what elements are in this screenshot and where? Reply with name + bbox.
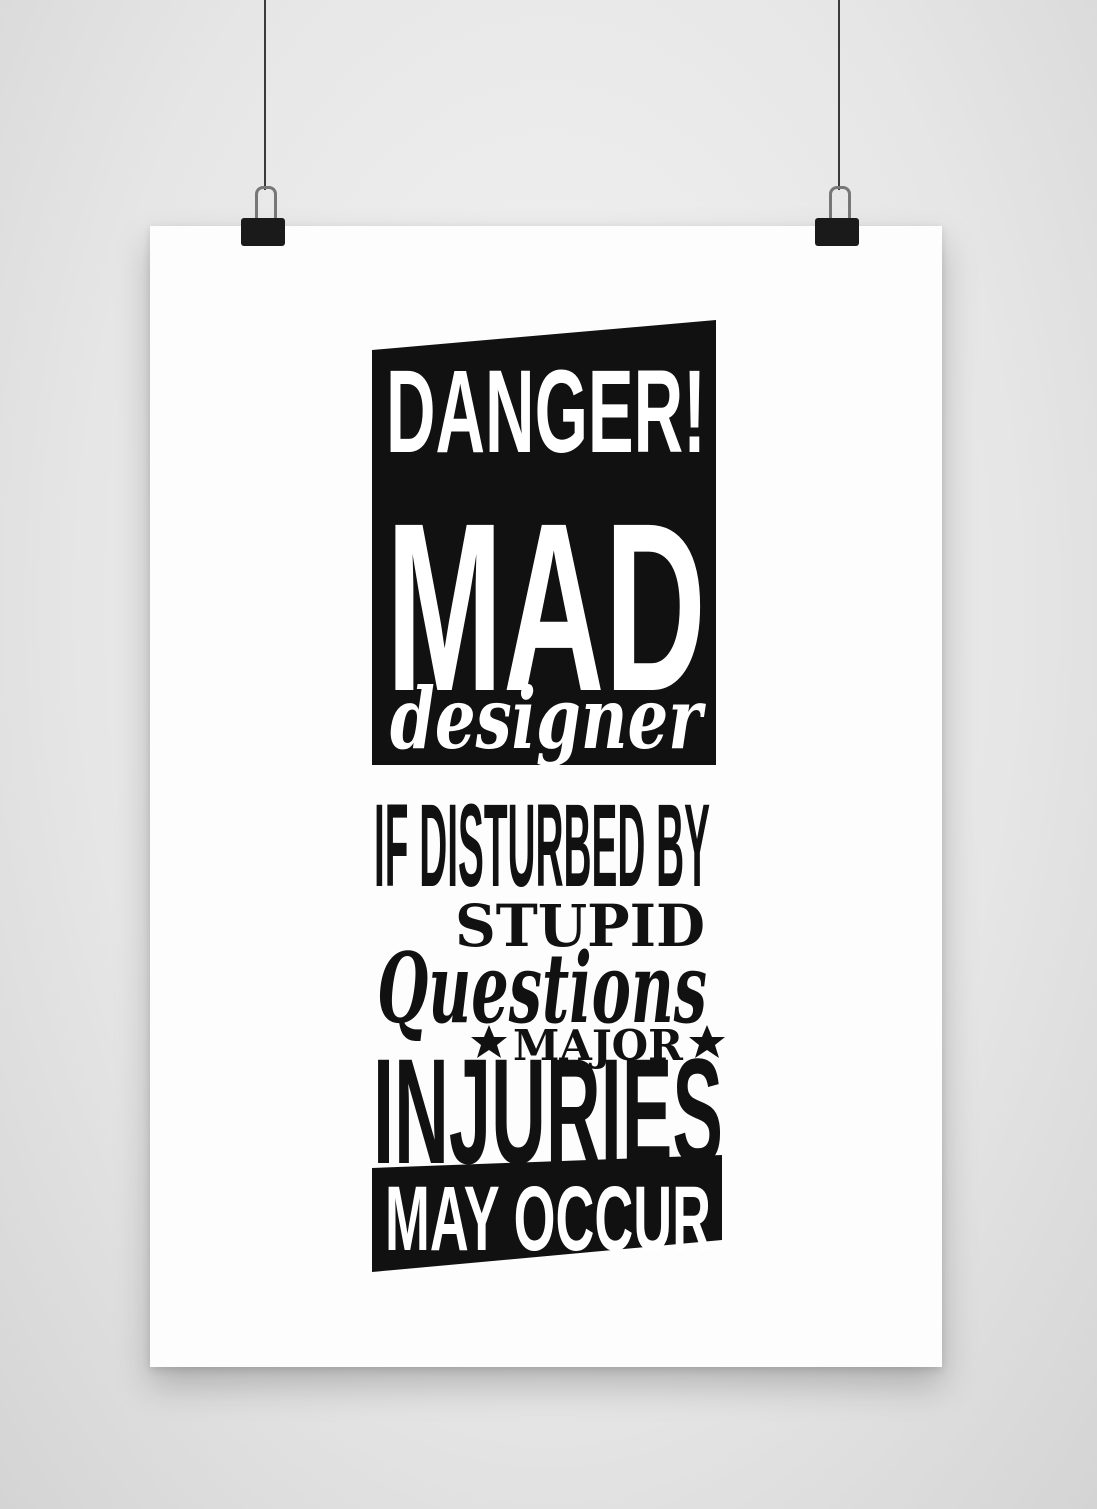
poster-typography: DANGER! MAD designer IF DISTURBED BY STU…	[372, 320, 725, 1272]
danger-text: DANGER!	[386, 346, 706, 478]
may-occur-text: MAY OCCUR	[385, 1168, 711, 1270]
designer-text: designer	[390, 669, 706, 768]
